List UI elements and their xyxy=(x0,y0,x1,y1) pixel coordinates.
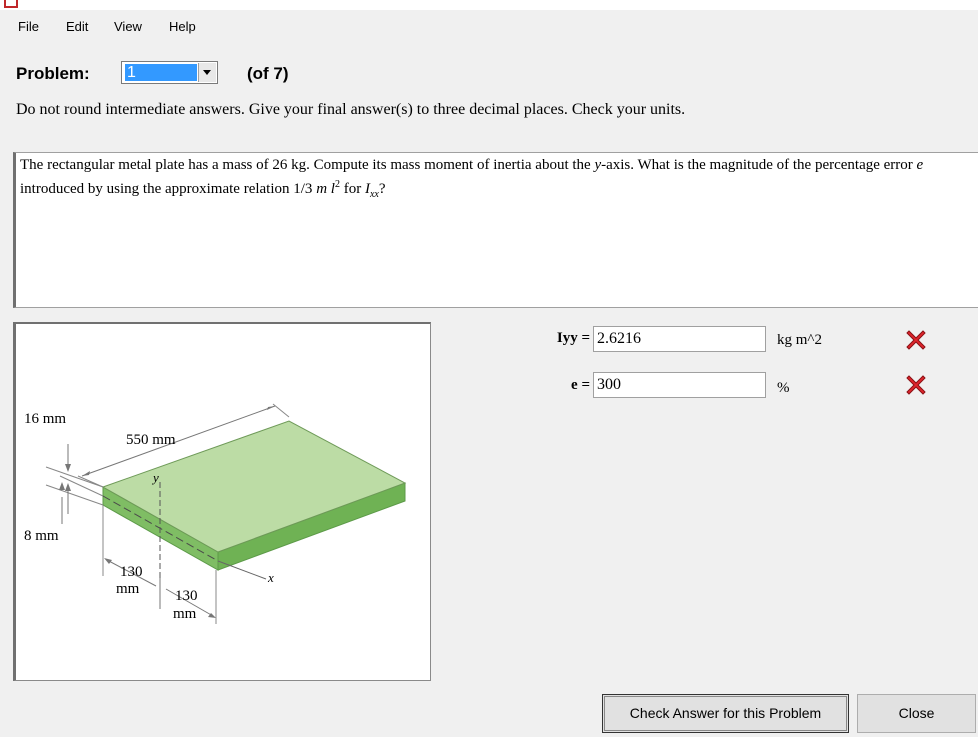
dim-width2-value: 130 xyxy=(175,588,198,604)
menu-help[interactable]: Help xyxy=(169,19,196,34)
incorrect-icon xyxy=(906,330,926,350)
problem-label: Problem: xyxy=(16,64,90,83)
axis-y-label: y xyxy=(151,470,159,485)
menu-edit[interactable]: Edit xyxy=(66,19,88,34)
title-bar xyxy=(0,0,978,10)
answer-unit-iyy: kg m^2 xyxy=(777,332,822,348)
problem-statement: The rectangular metal plate has a mass o… xyxy=(13,152,978,308)
dim-half-thickness-label: 8 mm xyxy=(24,528,59,544)
axis-x-label: x xyxy=(267,570,274,585)
app-icon xyxy=(4,0,18,8)
menu-file[interactable]: File xyxy=(18,19,39,34)
menu-view[interactable]: View xyxy=(114,19,142,34)
problem-select-value: 1 xyxy=(125,64,197,81)
problem-select[interactable]: 1 xyxy=(121,61,218,84)
answer-unit-e: % xyxy=(777,380,790,396)
dim-length-label: 550 mm xyxy=(126,432,176,448)
dim-width1-value: 130 xyxy=(120,564,143,580)
answer-label-e: e = xyxy=(571,377,590,393)
dim-width1-unit: mm xyxy=(116,581,140,597)
chevron-down-icon[interactable] xyxy=(198,63,216,82)
check-answer-button[interactable]: Check Answer for this Problem xyxy=(602,694,849,733)
instructions-text: Do not round intermediate answers. Give … xyxy=(16,101,686,118)
plate-diagram: 16 mm 550 mm 8 mm 130 mm 130 mm y x xyxy=(24,403,407,624)
problem-count: (of 7) xyxy=(247,64,289,83)
incorrect-icon xyxy=(906,375,926,395)
answer-input-e[interactable] xyxy=(593,372,766,398)
dim-width2-unit: mm xyxy=(173,606,197,622)
answer-label-iyy: Iyy = xyxy=(556,330,590,346)
dim-thickness-label: 16 mm xyxy=(24,411,66,427)
close-button[interactable]: Close xyxy=(857,694,976,733)
menu-bar: File Edit View Help xyxy=(0,10,978,38)
answer-input-iyy[interactable] xyxy=(593,326,766,352)
figure-panel: 16 mm 550 mm 8 mm 130 mm 130 mm y x xyxy=(13,322,431,681)
